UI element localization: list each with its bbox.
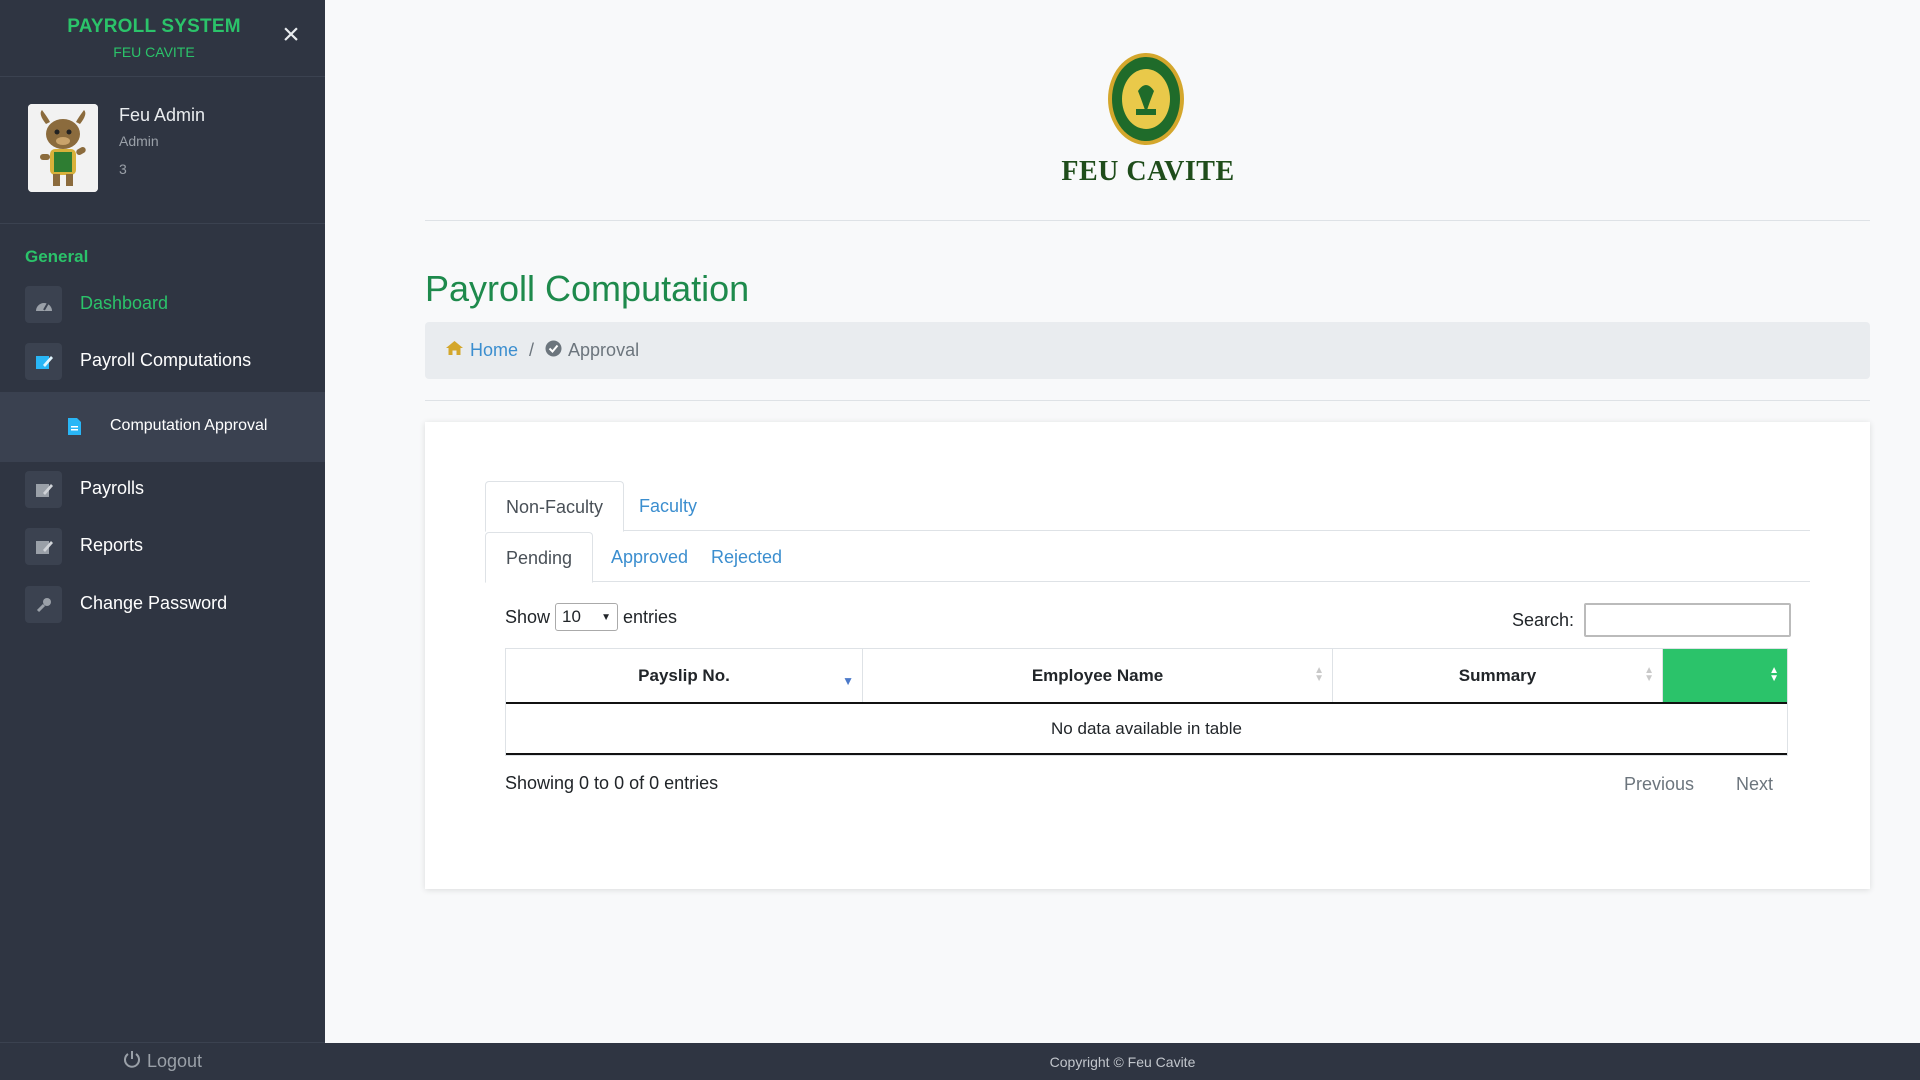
gauge-icon [25, 286, 62, 323]
avatar [28, 104, 98, 192]
sidebar-item-label: Reports [80, 535, 144, 555]
entries-select[interactable]: 10 ▼ [555, 603, 619, 631]
close-icon[interactable]: × [278, 20, 304, 50]
divider [425, 220, 1870, 221]
power-icon [123, 1050, 141, 1073]
column-label: Employee Name [1031, 665, 1164, 685]
copyright-text: Copyright © Feu Cavite [1049, 1053, 1196, 1070]
sidebar-item-dashboard[interactable]: Dashboard [0, 276, 325, 333]
show-label: Show [505, 606, 551, 627]
tab-rejected[interactable]: Rejected [691, 532, 802, 582]
sort-icon: ▲ ▼ [1644, 665, 1654, 684]
sidebar-item-change-password[interactable]: Change Password [0, 576, 325, 633]
profile-number: 3 [119, 161, 127, 177]
pagination: Previous Next [1624, 774, 1773, 795]
entries-value: 10 [562, 607, 581, 626]
page-title: Payroll Computation [425, 268, 750, 309]
sidebar: PAYROLL SYSTEM FEU CAVITE × Feu Admin Ad… [0, 0, 325, 1080]
sidebar-item-label: Payrolls [80, 478, 145, 498]
tab-non-faculty[interactable]: Non-Faculty [485, 481, 625, 532]
search-input[interactable] [1584, 603, 1792, 637]
approval-card: Non-Faculty Faculty Pending Approved Rej… [425, 422, 1870, 889]
breadcrumb-current-label: Approval [568, 340, 640, 360]
sidebar-header: PAYROLL SYSTEM FEU CAVITE × [0, 0, 325, 77]
caret-down-icon: ▼ [601, 611, 612, 623]
key-icon [25, 586, 62, 623]
entries-length-control: Show 10 ▼ entries [505, 603, 677, 631]
footer: Copyright © Feu Cavite [325, 1043, 1920, 1080]
breadcrumb: Home / Approval [425, 322, 1870, 379]
sort-icon: ▲ ▼ [1769, 665, 1779, 684]
app-title: PAYROLL SYSTEM [67, 16, 241, 37]
column-payslip-no[interactable]: Payslip No. ▼ [506, 649, 863, 702]
sidebar-item-reports[interactable]: Reports [0, 518, 325, 575]
edit-doc-icon [25, 471, 62, 508]
column-label: Payslip No. [638, 665, 730, 685]
sort-desc-icon: ▼ [842, 674, 854, 688]
sidebar-section-general: General [25, 247, 89, 266]
table-header: Payslip No. ▼ Employee Name ▲ ▼ Summary ▲… [506, 649, 1787, 704]
next-button[interactable]: Next [1736, 774, 1773, 795]
sidebar-item-label: Payroll Computations [80, 350, 252, 370]
sidebar-item-label: Computation Approval [110, 417, 268, 434]
sidebar-item-label: Change Password [80, 593, 228, 613]
user-profile: Feu Admin Admin 3 [0, 77, 325, 224]
feu-seal-logo [1106, 51, 1186, 147]
logout-label: Logout [146, 1051, 203, 1071]
column-actions[interactable]: ▲ ▼ [1663, 649, 1787, 702]
search-label: Search: [1512, 609, 1575, 630]
column-employee-name[interactable]: Employee Name ▲ ▼ [863, 649, 1333, 702]
logout-button[interactable]: Logout [0, 1042, 325, 1080]
table-empty-row: No data available in table [506, 704, 1787, 755]
column-label: Summary [1458, 665, 1537, 685]
app-subtitle: FEU CAVITE [113, 44, 195, 60]
brand-title: FEU CAVITE [1061, 156, 1235, 187]
table-search: Search: [1512, 603, 1792, 637]
sort-icon: ▲ ▼ [1314, 665, 1324, 684]
table-info: Showing 0 to 0 of 0 entries [505, 773, 719, 793]
sidebar-item-payroll-computations[interactable]: Payroll Computations [0, 333, 325, 390]
profile-name: Feu Admin [119, 105, 206, 125]
home-icon [445, 340, 464, 361]
breadcrumb-separator: / [529, 340, 535, 360]
entries-label: entries [623, 606, 678, 627]
sidebar-item-label: Dashboard [80, 293, 169, 313]
check-circle-icon [545, 340, 562, 362]
status-tabs: Pending Approved Rejected [485, 532, 1810, 583]
file-icon [68, 418, 81, 435]
tab-pending[interactable]: Pending [485, 532, 594, 583]
edit-doc-icon [25, 343, 62, 380]
divider [425, 400, 1870, 401]
tab-faculty[interactable]: Faculty [619, 481, 717, 531]
breadcrumb-home-label: Home [470, 340, 519, 360]
column-summary[interactable]: Summary ▲ ▼ [1333, 649, 1663, 702]
previous-button[interactable]: Previous [1624, 774, 1694, 795]
sidebar-item-computation-approval[interactable]: Computation Approval [0, 392, 325, 462]
breadcrumb-home[interactable]: Home [445, 340, 518, 361]
breadcrumb-current: Approval [545, 340, 639, 362]
profile-role: Admin [119, 133, 159, 149]
payslip-table: Payslip No. ▼ Employee Name ▲ ▼ Summary ▲… [505, 648, 1788, 756]
edit-doc-icon [25, 528, 62, 565]
sidebar-item-payrolls[interactable]: Payrolls [0, 461, 325, 518]
employee-type-tabs: Non-Faculty Faculty [485, 481, 1810, 532]
